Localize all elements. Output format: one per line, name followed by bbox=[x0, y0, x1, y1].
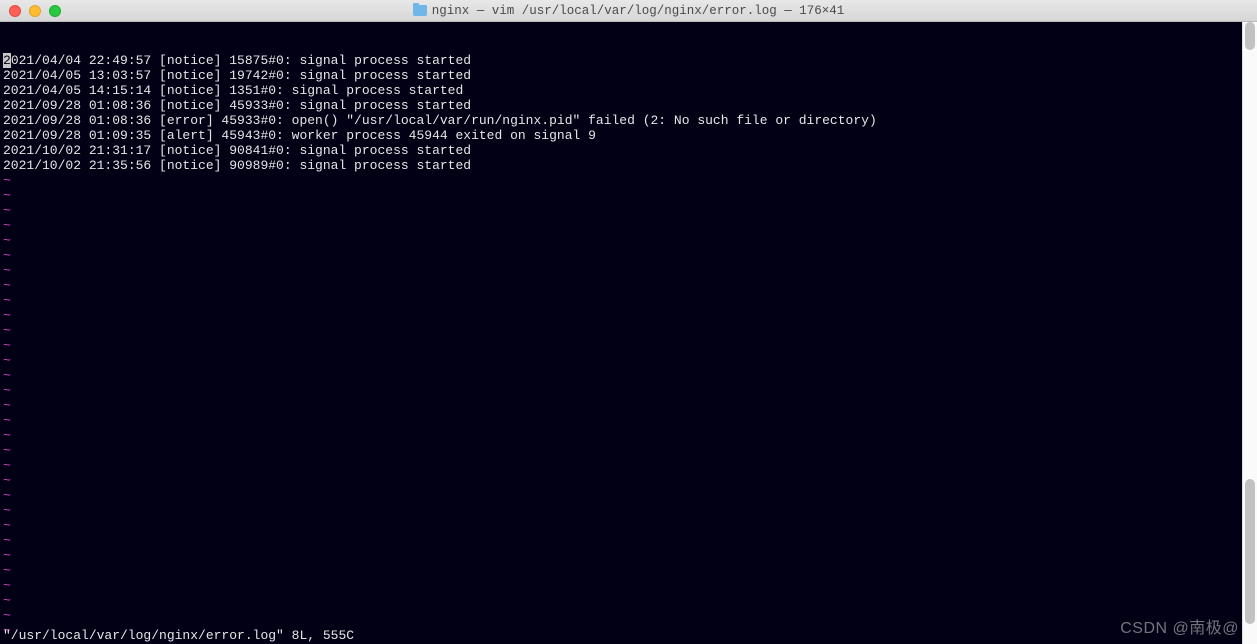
vim-empty-line: ~ bbox=[3, 233, 1254, 248]
log-line: 2021/04/04 22:49:57 [notice] 15875#0: si… bbox=[3, 53, 1254, 68]
vim-empty-line: ~ bbox=[3, 308, 1254, 323]
terminal-window: nginx — vim /usr/local/var/log/nginx/err… bbox=[0, 0, 1257, 644]
vim-empty-line: ~ bbox=[3, 458, 1254, 473]
traffic-lights bbox=[0, 5, 61, 17]
vim-empty-line: ~ bbox=[3, 368, 1254, 383]
terminal-content[interactable]: 2021/04/04 22:49:57 [notice] 15875#0: si… bbox=[0, 22, 1257, 644]
vim-empty-line: ~ bbox=[3, 293, 1254, 308]
vim-empty-line: ~ bbox=[3, 443, 1254, 458]
vim-empty-line: ~ bbox=[3, 473, 1254, 488]
maximize-icon[interactable] bbox=[49, 5, 61, 17]
vim-cursor: 2 bbox=[3, 53, 11, 68]
vim-empty-line: ~ bbox=[3, 578, 1254, 593]
close-icon[interactable] bbox=[9, 5, 21, 17]
window-title: nginx — vim /usr/local/var/log/nginx/err… bbox=[0, 4, 1257, 18]
log-line: 2021/10/02 21:31:17 [notice] 90841#0: si… bbox=[3, 143, 1254, 158]
vim-empty-line: ~ bbox=[3, 428, 1254, 443]
log-line: 2021/09/28 01:08:36 [error] 45933#0: ope… bbox=[3, 113, 1254, 128]
vim-empty-line: ~ bbox=[3, 398, 1254, 413]
vim-empty-line: ~ bbox=[3, 563, 1254, 578]
vim-status-line: "/usr/local/var/log/nginx/error.log" 8L,… bbox=[3, 628, 1254, 643]
vim-empty-line: ~ bbox=[3, 413, 1254, 428]
vim-empty-line: ~ bbox=[3, 188, 1254, 203]
vim-empty-line: ~ bbox=[3, 488, 1254, 503]
log-line: 2021/09/28 01:08:36 [notice] 45933#0: si… bbox=[3, 98, 1254, 113]
vim-empty-line: ~ bbox=[3, 518, 1254, 533]
scrollbar[interactable] bbox=[1242, 22, 1257, 644]
log-line: 2021/09/28 01:09:35 [alert] 45943#0: wor… bbox=[3, 128, 1254, 143]
window-title-text: nginx — vim /usr/local/var/log/nginx/err… bbox=[432, 4, 845, 18]
vim-empty-line: ~ bbox=[3, 263, 1254, 278]
vim-empty-line: ~ bbox=[3, 203, 1254, 218]
vim-empty-line: ~ bbox=[3, 533, 1254, 548]
vim-empty-line: ~ bbox=[3, 218, 1254, 233]
vim-empty-line: ~ bbox=[3, 383, 1254, 398]
scroll-thumb[interactable] bbox=[1245, 22, 1255, 50]
vim-empty-line: ~ bbox=[3, 548, 1254, 563]
log-line: 2021/04/05 14:15:14 [notice] 1351#0: sig… bbox=[3, 83, 1254, 98]
log-line: 2021/10/02 21:35:56 [notice] 90989#0: si… bbox=[3, 158, 1254, 173]
folder-icon bbox=[413, 5, 427, 16]
vim-empty-line: ~ bbox=[3, 248, 1254, 263]
vim-empty-line: ~ bbox=[3, 503, 1254, 518]
vim-empty-line: ~ bbox=[3, 173, 1254, 188]
vim-empty-line: ~ bbox=[3, 323, 1254, 338]
titlebar[interactable]: nginx — vim /usr/local/var/log/nginx/err… bbox=[0, 0, 1257, 22]
vim-empty-line: ~ bbox=[3, 593, 1254, 608]
vim-empty-line: ~ bbox=[3, 608, 1254, 623]
vim-empty-line: ~ bbox=[3, 278, 1254, 293]
vim-empty-line: ~ bbox=[3, 338, 1254, 353]
minimize-icon[interactable] bbox=[29, 5, 41, 17]
log-line: 2021/04/05 13:03:57 [notice] 19742#0: si… bbox=[3, 68, 1254, 83]
vim-empty-line: ~ bbox=[3, 353, 1254, 368]
scroll-thumb[interactable] bbox=[1245, 479, 1255, 624]
